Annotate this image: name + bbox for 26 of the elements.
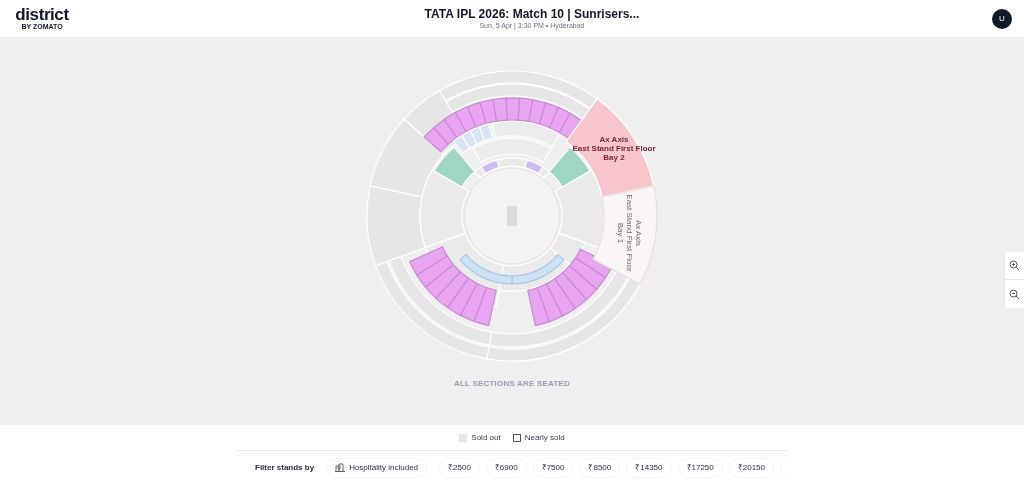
filter-chip[interactable]: ₹14350 [626, 457, 672, 478]
zoom-in-icon [1009, 260, 1020, 271]
sold-out-swatch [459, 433, 468, 442]
user-avatar[interactable]: U [992, 8, 1012, 29]
filter-chip[interactable]: ₹2500 [439, 457, 480, 478]
hotel-icon [335, 463, 346, 472]
nearly-sold-swatch [512, 433, 521, 442]
stand-label: East Stand First Floor [625, 194, 634, 272]
zoom-out-icon [1009, 288, 1020, 300]
legend-label: Sold out [471, 431, 501, 444]
event-title: TATA IPL 2026: Match 10 | Sunrisers... [424, 6, 640, 22]
stand-label: Bay 2 [603, 153, 625, 162]
stand-label: Ax Axis [599, 135, 629, 144]
legend-label: Nearly sold [524, 431, 565, 444]
logo[interactable]: district [15, 6, 69, 23]
stand-label: East Stand First Floor [572, 144, 656, 153]
filter-chip[interactable]: ₹17250 [677, 457, 723, 478]
filter-chip[interactable]: Hospitality included [326, 457, 428, 478]
seating-note: ALL SECTIONS ARE SEATED [454, 378, 570, 390]
filter-chip[interactable]: ₹7500 [532, 457, 574, 478]
stand-label: Bay 1 [616, 222, 625, 244]
stand-label: Ax Axis [634, 219, 643, 247]
filter-chip[interactable]: ₹6900 [485, 457, 527, 478]
filter-label: Filter stands by [255, 461, 315, 474]
filter-chip[interactable]: ₹8500 [579, 457, 621, 478]
filter-chip[interactable]: ₹20150 [728, 457, 774, 478]
